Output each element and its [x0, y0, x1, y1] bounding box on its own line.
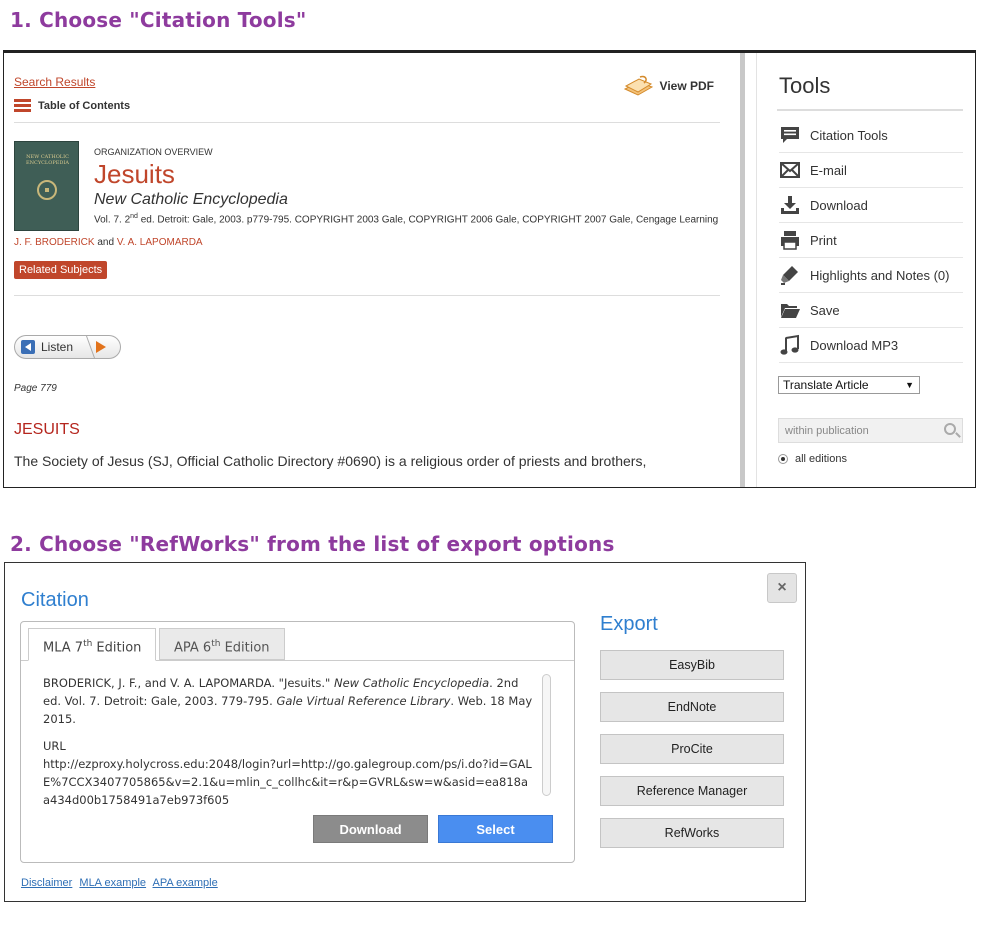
apa-example-link[interactable]: APA example: [153, 877, 218, 889]
export-procite-button[interactable]: ProCite: [600, 734, 784, 764]
print-button[interactable]: Print: [779, 223, 963, 258]
tool-label: E-mail: [810, 162, 847, 178]
download-button[interactable]: Download: [313, 815, 428, 843]
all-editions-label: all editions: [795, 453, 847, 465]
tab-mla[interactable]: MLA 7th Edition: [28, 628, 157, 661]
cover-seal-icon: [37, 180, 57, 200]
listen-label: Listen: [41, 340, 74, 354]
radio-icon[interactable]: [778, 454, 788, 464]
page-number: Page 779: [14, 383, 57, 394]
tool-label: Citation Tools: [810, 127, 888, 143]
music-icon: [780, 334, 799, 355]
export-refworks-button[interactable]: RefWorks: [600, 818, 784, 848]
email-icon: [780, 162, 800, 178]
citation-dialog: × Citation MLA 7th Edition APA 6th Editi…: [4, 562, 806, 902]
export-endnote-button[interactable]: EndNote: [600, 692, 784, 722]
article-main: Search Results Table of Contents View PD…: [14, 69, 720, 487]
tool-label: Save: [810, 302, 840, 318]
listen-button[interactable]: Listen: [14, 334, 132, 360]
table-of-contents-link[interactable]: Table of Contents: [14, 99, 130, 113]
download-icon: [781, 196, 799, 214]
divider: [777, 109, 963, 111]
disclaimer-link[interactable]: Disclaimer: [21, 877, 72, 889]
article-title: Jesuits: [94, 159, 175, 189]
cover-text: NEW CATHOLIC ENCYCLOPEDIA: [26, 154, 69, 166]
dropdown-arrow-icon: ▼: [905, 380, 914, 390]
pdf-icon: [623, 75, 653, 96]
listen-main[interactable]: Listen: [14, 335, 82, 359]
article-citation: Vol. 7. 2nd ed. Detroit: Gale, 2003. p77…: [94, 213, 719, 226]
scrollbar[interactable]: [542, 674, 551, 796]
body-text: The Society of Jesus (SJ, Official Catho…: [14, 453, 647, 469]
all-editions-radio[interactable]: all editions: [778, 453, 847, 465]
citation-box: MLA 7th Edition APA 6th Edition BRODERIC…: [20, 621, 575, 863]
tool-label: Print: [810, 232, 837, 248]
article-source: New Catholic Encyclopedia: [94, 191, 288, 208]
download-mp3-button[interactable]: Download MP3: [779, 328, 963, 363]
play-icon[interactable]: [81, 335, 122, 359]
list-icon: [14, 99, 31, 113]
citation-icon: [781, 127, 799, 143]
author-link[interactable]: J. F. BRODERICK: [14, 237, 95, 248]
print-icon: [781, 231, 799, 250]
tools-title: Tools: [779, 73, 831, 98]
export-easybib-button[interactable]: EasyBib: [600, 650, 784, 680]
mla-example-link[interactable]: MLA example: [79, 877, 146, 889]
search-results-link[interactable]: Search Results: [14, 75, 95, 89]
tab-apa[interactable]: APA 6th Edition: [159, 628, 285, 660]
translate-article-select[interactable]: Translate Article ▼: [778, 376, 920, 394]
author-link[interactable]: V. A. LAPOMARDA: [117, 237, 203, 248]
citation-text: BRODERICK, J. F., and V. A. LAPOMARDA. "…: [43, 676, 533, 807]
divider: [14, 122, 720, 123]
toc-label: Table of Contents: [38, 100, 131, 112]
citation-title: Citation: [21, 589, 89, 611]
highlight-icon: [781, 266, 798, 285]
tool-label: Download MP3: [810, 337, 899, 353]
tools-sidebar: Tools Citation Tools E-mail Download Pri…: [756, 53, 975, 487]
highlights-notes-button[interactable]: Highlights and Notes (0): [779, 258, 963, 293]
related-subjects-button[interactable]: Related Subjects: [14, 261, 108, 279]
document-view-screenshot: Search Results Table of Contents View PD…: [3, 50, 976, 488]
step1-heading: 1. Choose "Citation Tools": [10, 8, 307, 32]
document-type: ORGANIZATION OVERVIEW: [94, 147, 213, 157]
section-heading: JESUITS: [14, 421, 80, 438]
export-reference-manager-button[interactable]: Reference Manager: [600, 776, 784, 806]
tool-label: Download: [810, 197, 868, 213]
search-placeholder: within publication: [785, 425, 869, 437]
view-pdf-label: View PDF: [659, 79, 714, 93]
translate-label: Translate Article: [783, 378, 869, 392]
url-value: http://ezproxy.holycross.edu:2048/login?…: [43, 757, 532, 807]
footer-links: Disclaimer MLA example APA example: [21, 877, 222, 889]
url-label: URL: [43, 739, 66, 753]
save-button[interactable]: Save: [779, 293, 963, 328]
within-publication-search[interactable]: within publication: [778, 418, 963, 443]
speaker-icon: [21, 340, 35, 354]
scrollbar[interactable]: [740, 53, 745, 487]
article-authors: J. F. BRODERICK and V. A. LAPOMARDA: [14, 237, 203, 248]
step2-heading: 2. Choose "RefWorks" from the list of ex…: [10, 532, 615, 556]
download-button[interactable]: Download: [779, 188, 963, 223]
citation-tools-button[interactable]: Citation Tools: [779, 118, 963, 153]
email-button[interactable]: E-mail: [779, 153, 963, 188]
view-pdf-button[interactable]: View PDF: [622, 75, 714, 97]
close-button[interactable]: ×: [767, 573, 797, 603]
select-button[interactable]: Select: [438, 815, 553, 843]
search-icon[interactable]: [944, 423, 956, 435]
tool-label: Highlights and Notes (0): [810, 267, 950, 283]
folder-icon: [781, 304, 800, 318]
export-title: Export: [600, 613, 658, 635]
divider: [14, 295, 720, 296]
book-cover-image: NEW CATHOLIC ENCYCLOPEDIA: [14, 141, 79, 231]
